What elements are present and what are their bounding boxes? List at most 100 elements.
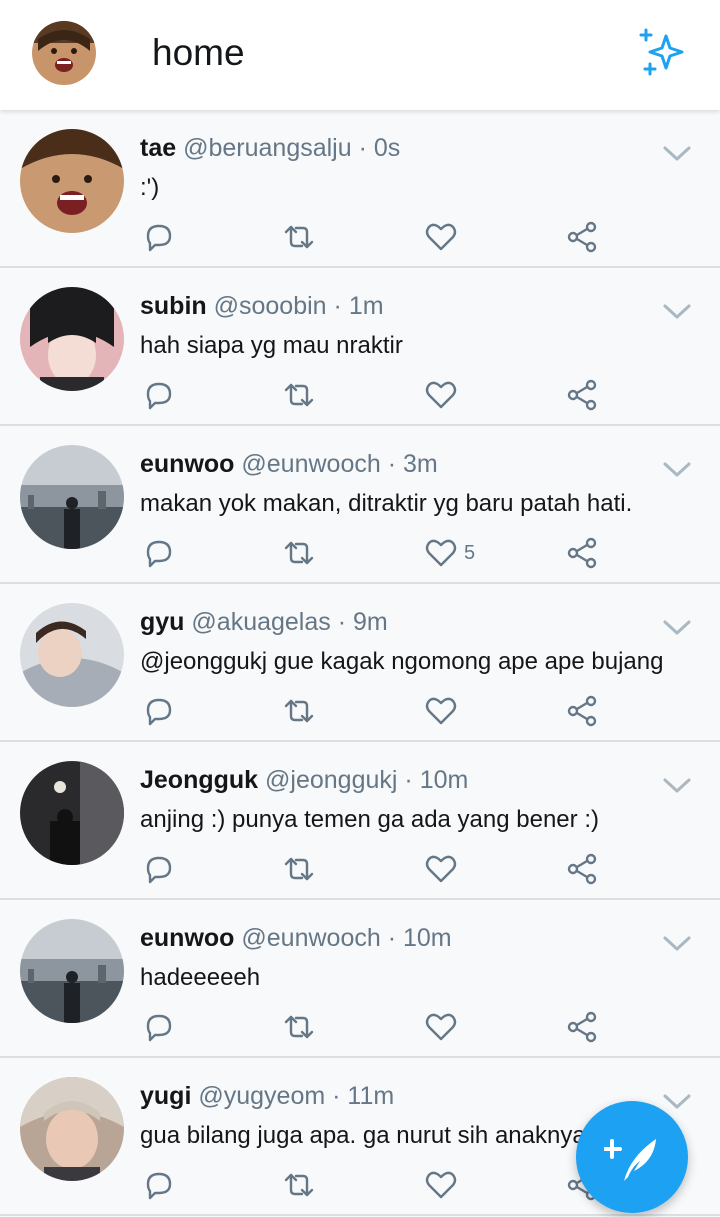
author-name[interactable]: eunwoo	[140, 924, 234, 952]
page-title: home	[152, 32, 245, 73]
reply-icon	[146, 540, 172, 568]
tweet-text: anjing :) punya temen ga ada yang bener …	[140, 806, 599, 833]
chevron-down-icon[interactable]	[662, 460, 692, 480]
retweet-button[interactable]	[282, 852, 316, 886]
reply-icon	[146, 1172, 172, 1200]
tweet-text: :')	[140, 174, 160, 201]
retweet-icon	[284, 699, 314, 723]
share-icon	[567, 221, 597, 253]
reply-button[interactable]	[142, 1010, 176, 1044]
like-button[interactable]	[424, 852, 464, 886]
avatar[interactable]	[20, 603, 124, 707]
avatar[interactable]	[20, 1077, 124, 1181]
share-button[interactable]	[565, 536, 599, 570]
tweet-text: makan yok makan, ditraktir yg baru patah…	[140, 490, 633, 517]
timestamp: 1m	[348, 292, 384, 320]
share-icon	[567, 695, 597, 727]
reply-button[interactable]	[142, 1168, 176, 1202]
retweet-button[interactable]	[282, 694, 316, 728]
heart-icon	[425, 855, 457, 883]
profile-avatar[interactable]	[32, 21, 96, 85]
author-name[interactable]: subin	[140, 292, 207, 320]
reply-button[interactable]	[142, 694, 176, 728]
compose-feather-icon	[604, 1139, 656, 1181]
reply-icon	[146, 856, 172, 884]
retweet-button[interactable]	[282, 536, 316, 570]
like-count: 5	[464, 541, 476, 564]
retweet-button[interactable]	[282, 1168, 316, 1202]
sparkle-icon[interactable]	[636, 28, 692, 80]
tweet-text: @jeonggukj gue kagak ngomong ape ape buj…	[140, 648, 664, 675]
separator-dot: ·	[337, 608, 347, 636]
heart-icon	[425, 381, 457, 409]
tweet-actions	[140, 694, 620, 728]
author-handle[interactable]: @akuagelas	[191, 608, 330, 636]
share-button[interactable]	[565, 378, 599, 412]
like-button[interactable]: 5	[424, 536, 475, 570]
chevron-down-icon[interactable]	[662, 618, 692, 638]
author-name[interactable]: yugi	[140, 1082, 191, 1110]
author-handle[interactable]: @eunwooch	[241, 924, 380, 952]
tweet-header: Jeongguk @jeonggukj · 10m	[140, 766, 468, 795]
compose-button[interactable]	[576, 1101, 688, 1213]
avatar[interactable]	[20, 445, 124, 549]
reply-button[interactable]	[142, 536, 176, 570]
timestamp: 11m	[347, 1082, 395, 1110]
tweet-actions	[140, 852, 620, 886]
tweet-item[interactable]: gyu @akuagelas · 9m @jeonggukj gue kagak…	[0, 584, 720, 742]
reply-button[interactable]	[142, 220, 176, 254]
retweet-icon	[284, 857, 314, 881]
share-button[interactable]	[565, 220, 599, 254]
author-handle[interactable]: @yugyeom	[198, 1082, 325, 1110]
chevron-down-icon[interactable]	[662, 934, 692, 954]
retweet-icon	[284, 225, 314, 249]
share-icon	[567, 379, 597, 411]
tweet-item[interactable]: subin @sooobin · 1m hah siapa yg mau nra…	[0, 268, 720, 426]
tweet-item[interactable]: tae @beruangsalju · 0s :')	[0, 110, 720, 268]
tweet-item[interactable]: Jeongguk @jeonggukj · 10m anjing :) puny…	[0, 742, 720, 900]
author-handle[interactable]: @eunwooch	[241, 450, 380, 478]
chevron-down-icon[interactable]	[662, 302, 692, 322]
chevron-down-icon[interactable]	[662, 1092, 692, 1112]
author-handle[interactable]: @jeonggukj	[265, 766, 397, 794]
tweet-header: gyu @akuagelas · 9m	[140, 608, 388, 637]
tweet-header: subin @sooobin · 1m	[140, 292, 384, 321]
separator-dot: ·	[387, 924, 397, 952]
like-button[interactable]	[424, 1168, 464, 1202]
like-button[interactable]	[424, 220, 464, 254]
tweet-actions	[140, 220, 620, 254]
retweet-button[interactable]	[282, 220, 316, 254]
author-name[interactable]: tae	[140, 134, 176, 162]
retweet-icon	[284, 1173, 314, 1197]
author-name[interactable]: eunwoo	[140, 450, 234, 478]
retweet-icon	[284, 1015, 314, 1039]
retweet-button[interactable]	[282, 378, 316, 412]
avatar[interactable]	[20, 919, 124, 1023]
author-name[interactable]: gyu	[140, 608, 184, 636]
share-button[interactable]	[565, 1010, 599, 1044]
share-icon	[567, 1011, 597, 1043]
top-app-bar: home	[0, 0, 720, 110]
like-button[interactable]	[424, 694, 464, 728]
timeline-feed: tae @beruangsalju · 0s :') subin @sooobi…	[0, 110, 720, 1216]
tweet-actions	[140, 1010, 620, 1044]
share-button[interactable]	[565, 852, 599, 886]
author-name[interactable]: Jeongguk	[140, 766, 258, 794]
author-handle[interactable]: @beruangsalju	[183, 134, 352, 162]
author-handle[interactable]: @sooobin	[214, 292, 327, 320]
avatar[interactable]	[20, 129, 124, 233]
avatar[interactable]	[20, 287, 124, 391]
tweet-header: eunwoo @eunwooch · 3m	[140, 450, 438, 479]
share-button[interactable]	[565, 694, 599, 728]
like-button[interactable]	[424, 1010, 464, 1044]
reply-button[interactable]	[142, 852, 176, 886]
tweet-text: hah siapa yg mau nraktir	[140, 332, 403, 359]
like-button[interactable]	[424, 378, 464, 412]
chevron-down-icon[interactable]	[662, 144, 692, 164]
chevron-down-icon[interactable]	[662, 776, 692, 796]
retweet-button[interactable]	[282, 1010, 316, 1044]
tweet-item[interactable]: eunwoo @eunwooch · 10m hadeeeeeh	[0, 900, 720, 1058]
tweet-item[interactable]: eunwoo @eunwooch · 3m makan yok makan, d…	[0, 426, 720, 584]
reply-button[interactable]	[142, 378, 176, 412]
avatar[interactable]	[20, 761, 124, 865]
